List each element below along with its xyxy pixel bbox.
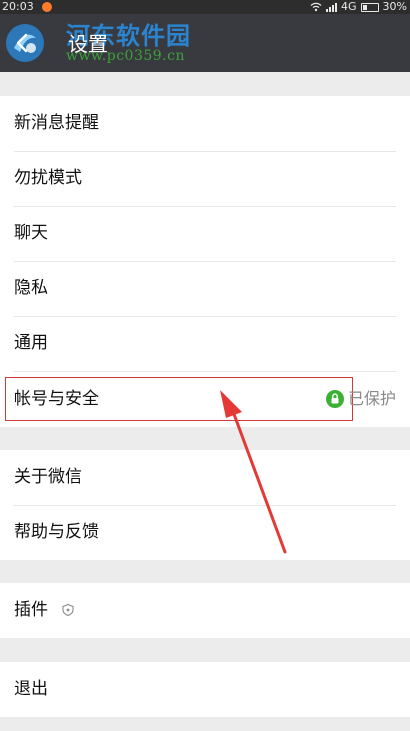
status-right: 4G 30%: [310, 0, 407, 14]
menu-item-account-security[interactable]: 帐号与安全: [5, 377, 353, 421]
shield-icon: [62, 603, 74, 617]
menu-item-label: 帮助与反馈: [14, 522, 99, 542]
status-time: 20:03: [2, 0, 34, 13]
menu-item-logout[interactable]: 退出: [0, 662, 410, 717]
lock-icon: [325, 389, 344, 408]
notification-icon: [42, 2, 52, 12]
menu-item-help-feedback[interactable]: 帮助与反馈: [0, 505, 410, 560]
menu-item-label: 聊天: [14, 223, 48, 243]
menu-item-plugins[interactable]: 插件: [0, 583, 410, 638]
title-bar: 河东软件园 www.pc0359.cn 设置: [0, 14, 410, 72]
menu-item-label: 新消息提醒: [14, 113, 99, 133]
settings-group-main: 新消息提醒 勿扰模式 聊天 隐私 通用 帐号与安全 已保护: [0, 96, 410, 427]
account-security-status-text: 已保护: [347, 389, 396, 408]
menu-item-account-security-wrapper: 帐号与安全 已保护: [0, 371, 410, 427]
battery-icon: [360, 2, 379, 12]
menu-item-label: 插件: [14, 600, 48, 620]
status-bar: 20:03 4G 30%: [0, 0, 410, 14]
menu-item-about-wechat[interactable]: 关于微信: [0, 450, 410, 505]
menu-item-label: 关于微信: [14, 467, 82, 487]
wifi-icon: [310, 2, 322, 12]
menu-item-do-not-disturb[interactable]: 勿扰模式: [0, 151, 410, 206]
back-arrow-icon[interactable]: [8, 28, 38, 58]
menu-item-privacy[interactable]: 隐私: [0, 261, 410, 316]
account-security-status: 已保护: [325, 371, 396, 426]
menu-item-general[interactable]: 通用: [0, 316, 410, 371]
menu-item-new-message-notifications[interactable]: 新消息提醒: [0, 96, 410, 151]
menu-item-label: 退出: [14, 679, 48, 699]
menu-item-label: 通用: [14, 333, 48, 353]
settings-group-logout: 退出: [0, 662, 410, 717]
menu-item-label: 勿扰模式: [14, 168, 82, 188]
menu-item-chat[interactable]: 聊天: [0, 206, 410, 261]
menu-item-label: 帐号与安全: [14, 389, 99, 409]
page-title: 设置: [68, 32, 108, 56]
settings-group-plugins: 插件: [0, 583, 410, 638]
signal-icon: [326, 2, 338, 12]
settings-group-about: 关于微信 帮助与反馈: [0, 450, 410, 560]
menu-item-label: 隐私: [14, 278, 48, 298]
network-type: 4G: [341, 0, 357, 13]
battery-level: 30%: [382, 0, 407, 13]
